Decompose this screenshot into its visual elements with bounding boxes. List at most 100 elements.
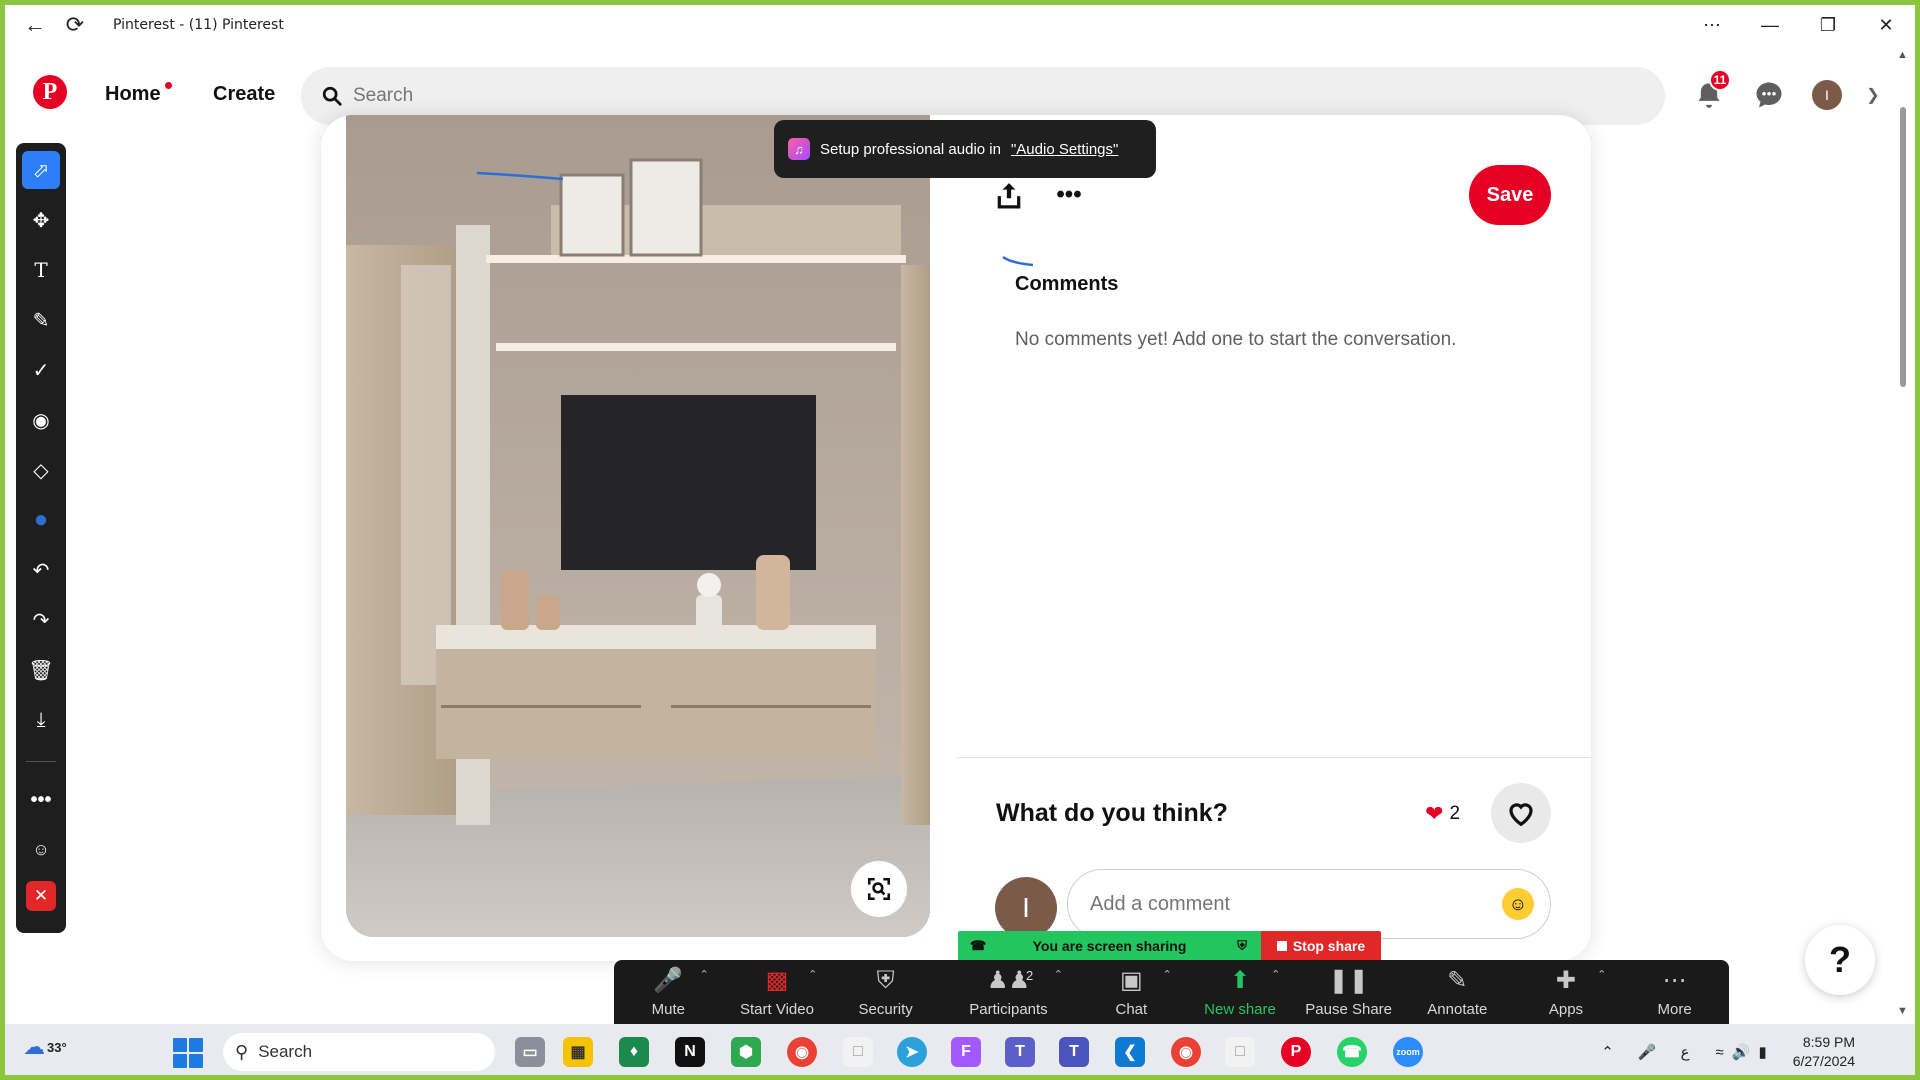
stop-share-button[interactable]: Stop share: [1261, 931, 1381, 961]
heart-icon: [1509, 803, 1533, 827]
search-input[interactable]: [353, 85, 953, 107]
chevron-up-icon[interactable]: ⌃: [699, 968, 708, 981]
chrome-icon[interactable]: ◉: [787, 1037, 817, 1067]
notion-icon[interactable]: N: [675, 1037, 705, 1067]
visual-search-button[interactable]: [851, 861, 907, 917]
screen-sharing-indicator[interactable]: ☎ You are screen sharing ⛨: [958, 931, 1261, 961]
more-options-icon[interactable]: ⋯: [1683, 5, 1741, 45]
participants-button[interactable]: ♟♟ 2 ⌃ Participants: [940, 960, 1077, 1024]
clear-trash-icon[interactable]: 🗑: [22, 651, 60, 689]
more-tools-icon[interactable]: •••: [22, 781, 60, 819]
battery-icon[interactable]: ▮: [1758, 1043, 1766, 1061]
annotate-button[interactable]: ✎ Annotate: [1403, 960, 1512, 1024]
notification-badge: 11: [1709, 69, 1731, 91]
back-icon[interactable]: ←: [15, 5, 55, 45]
audio-settings-link[interactable]: "Audio Settings": [1011, 141, 1118, 158]
close-button[interactable]: ✕: [1857, 5, 1915, 45]
more-options-icon[interactable]: •••: [1049, 175, 1089, 215]
volume-icon[interactable]: 🔊: [1732, 1043, 1751, 1061]
pause-share-button[interactable]: ❚❚ Pause Share: [1294, 960, 1403, 1024]
app-hexagon-icon[interactable]: ⬢: [731, 1037, 761, 1067]
profile-button[interactable]: I: [1805, 73, 1849, 117]
scroll-up-arrow-icon[interactable]: ▲: [1897, 49, 1908, 61]
stamp-check-icon[interactable]: ✓: [22, 351, 60, 389]
whatsapp-icon[interactable]: ☎: [1337, 1037, 1367, 1067]
reaction-count[interactable]: ❤ 2: [1425, 801, 1460, 827]
redo-icon[interactable]: ↷: [22, 601, 60, 639]
chevron-up-icon[interactable]: ⌃: [808, 968, 817, 981]
chrome-profile-icon[interactable]: ◉: [1171, 1037, 1201, 1067]
taskbar-search[interactable]: ⚲ Search: [223, 1033, 495, 1071]
pin-image[interactable]: [346, 115, 930, 937]
shield-icon: ⛨: [876, 967, 895, 994]
security-button[interactable]: ⛨ Security: [831, 960, 940, 1024]
clock[interactable]: 8:59 PM 6/27/2024: [1793, 1033, 1855, 1071]
zoom-icon[interactable]: zoom: [1393, 1037, 1423, 1067]
teams-work-icon[interactable]: T: [1059, 1037, 1089, 1067]
nav-home[interactable]: Home: [105, 83, 161, 106]
telegram-icon[interactable]: ➤: [897, 1037, 927, 1067]
annotator-name-icon[interactable]: ☺: [22, 831, 60, 869]
react-button[interactable]: [1491, 783, 1551, 843]
share-button[interactable]: [989, 175, 1029, 215]
apps-button[interactable]: ✚ ⌃ Apps: [1512, 960, 1621, 1024]
app-icon[interactable]: ♦: [619, 1037, 649, 1067]
task-view-icon[interactable]: ▭: [515, 1037, 545, 1067]
text-icon[interactable]: T: [22, 251, 60, 289]
pinterest-logo[interactable]: P: [33, 75, 67, 109]
weather-widget[interactable]: ☁ 33°: [23, 1034, 67, 1060]
pinterest-taskbar-icon[interactable]: P: [1281, 1037, 1311, 1067]
microphone-icon[interactable]: 🎤: [1638, 1043, 1657, 1061]
search-icon: [322, 86, 342, 106]
screen-sharing-banner: ☎ You are screen sharing ⛨ Stop share: [958, 931, 1381, 961]
nav-create[interactable]: Create: [213, 83, 275, 106]
teams-icon[interactable]: T: [1005, 1037, 1035, 1067]
vscode-icon[interactable]: ❮: [1115, 1037, 1145, 1067]
chat-button[interactable]: ▣ ⌃ Chat: [1077, 960, 1186, 1024]
spotlight-icon[interactable]: ◉: [22, 401, 60, 439]
microsoft-store-icon[interactable]: ▦: [563, 1037, 593, 1067]
draw-icon[interactable]: ✎: [22, 301, 60, 339]
comment-field[interactable]: ☺: [1067, 869, 1551, 939]
mute-button[interactable]: 🎤 ⌃ Mute: [614, 960, 723, 1024]
screen-sharing-text: You are screen sharing: [1032, 938, 1187, 954]
minimize-button[interactable]: —: [1741, 5, 1799, 45]
scroll-down-arrow-icon[interactable]: ▼: [1897, 1005, 1908, 1017]
chevron-up-icon[interactable]: ⌃: [1271, 968, 1280, 981]
save-button[interactable]: Save: [1469, 165, 1551, 225]
chevron-up-icon[interactable]: ⌃: [1162, 968, 1171, 981]
select-arrow-icon[interactable]: ⬀: [22, 151, 60, 189]
undo-icon[interactable]: ↶: [22, 551, 60, 589]
chevron-up-icon[interactable]: ⌃: [1597, 968, 1606, 981]
move-icon[interactable]: ✥: [22, 201, 60, 239]
messages-button[interactable]: [1747, 73, 1791, 117]
chat-icon: ▣: [1120, 967, 1143, 994]
comment-input[interactable]: [1090, 892, 1470, 916]
file-icon[interactable]: □: [843, 1037, 873, 1067]
help-button[interactable]: ?: [1805, 925, 1875, 995]
start-button[interactable]: [173, 1038, 203, 1068]
scroll-thumb[interactable]: [1900, 107, 1906, 387]
input-language[interactable]: ع: [1681, 1043, 1690, 1061]
participants-icon: ♟♟: [986, 967, 1030, 994]
page-scrollbar[interactable]: ▲ ▼: [1896, 47, 1910, 1019]
close-annotation-icon[interactable]: ✕: [26, 881, 56, 911]
restore-button[interactable]: ❐: [1799, 5, 1857, 45]
notes-icon[interactable]: □: [1225, 1037, 1255, 1067]
figma-icon[interactable]: F: [951, 1037, 981, 1067]
eraser-icon[interactable]: ◇: [22, 451, 60, 489]
chevron-up-icon[interactable]: ⌃: [1054, 968, 1063, 981]
chevron-up-icon[interactable]: ⌃: [1601, 1043, 1614, 1061]
start-video-button[interactable]: ▩ ⌃ Start Video: [723, 960, 832, 1024]
new-share-button[interactable]: ⬆ ⌃ New share: [1186, 960, 1295, 1024]
color-picker-icon[interactable]: ●: [22, 501, 60, 539]
save-download-icon[interactable]: ⤓: [22, 701, 60, 739]
wifi-icon[interactable]: ≈: [1716, 1044, 1724, 1061]
annotation-toolbar: ⬀ ✥ T ✎ ✓ ◉ ◇ ● ↶ ↷ 🗑 ⤓ ••• ☺ ✕: [16, 143, 66, 933]
reload-icon[interactable]: ⟳: [55, 5, 95, 45]
emoji-icon[interactable]: ☺: [1502, 888, 1534, 920]
notifications-button[interactable]: 11: [1687, 69, 1731, 117]
divider: [957, 757, 1591, 758]
account-chevron-down-icon[interactable]: ❯: [1851, 73, 1895, 117]
more-button[interactable]: ⋯ More: [1620, 960, 1729, 1024]
